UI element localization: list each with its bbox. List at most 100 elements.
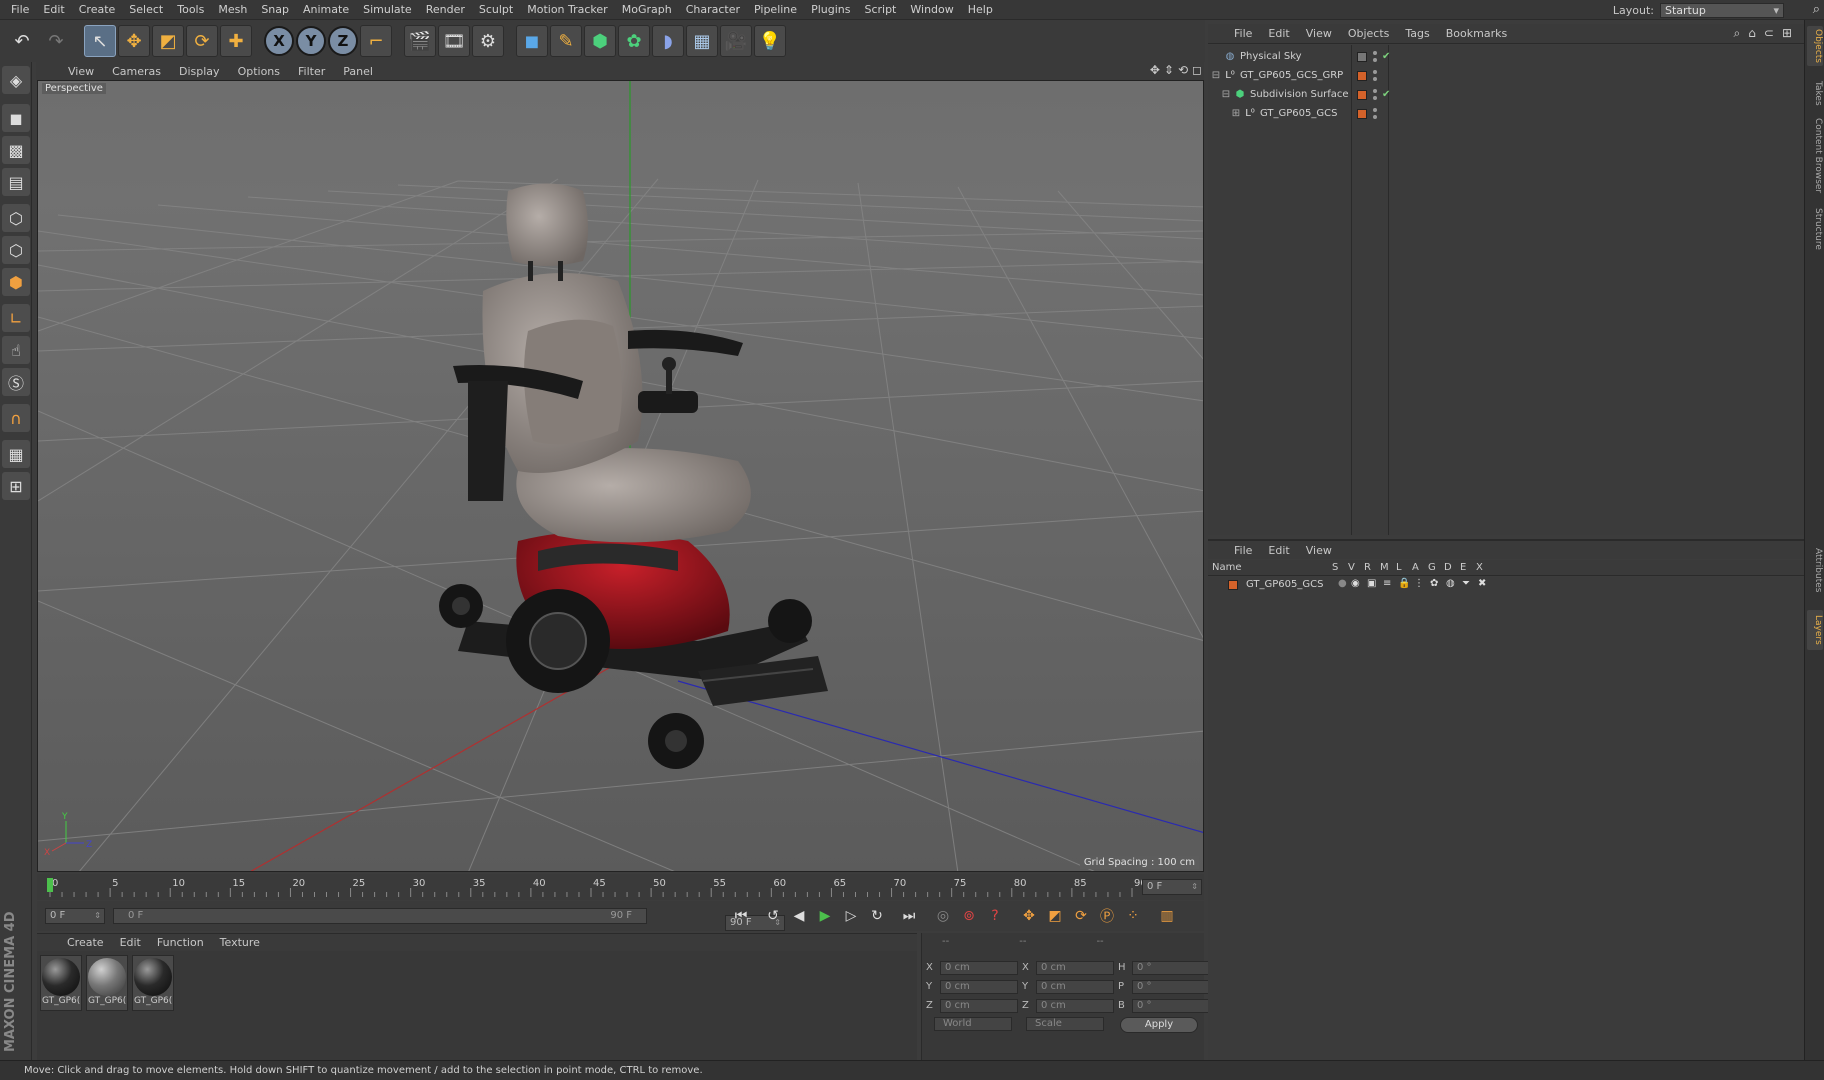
menu-file[interactable]: File: [4, 0, 36, 20]
dolly-icon[interactable]: ⇕: [1164, 63, 1174, 77]
expand-icon[interactable]: ⊞: [1230, 108, 1242, 120]
search-icon[interactable]: ⌕: [1813, 2, 1820, 17]
pos-x-field[interactable]: 0 cm: [940, 960, 1018, 975]
timeline-ruler[interactable]: 0 5 10 15 20 25 30 35 40 45 50 55 60 65 70 75 80 85 90 0 F: [37, 874, 1204, 900]
solo-toggle-icon[interactable]: ●: [1338, 578, 1347, 589]
parameter-key-icon[interactable]: Ⓟ: [1095, 904, 1119, 928]
orbit-icon[interactable]: ⟲: [1178, 63, 1188, 77]
xref-toggle-icon[interactable]: ✖: [1478, 578, 1486, 589]
transform-icon[interactable]: ✚: [220, 25, 252, 57]
autokey-icon[interactable]: ⊚: [957, 904, 981, 928]
deformers-toggle-icon[interactable]: ◍: [1446, 578, 1455, 589]
scale-icon[interactable]: ◩: [152, 25, 184, 57]
material-menu-create[interactable]: Create: [59, 936, 112, 949]
rot-h-field[interactable]: 0 °: [1132, 960, 1210, 975]
manager-toggle-icon[interactable]: ≡: [1383, 578, 1391, 589]
col-solo[interactable]: S: [1332, 562, 1338, 573]
col-deformers[interactable]: D: [1444, 562, 1452, 573]
material-menu-function[interactable]: Function: [149, 936, 212, 949]
undo-icon[interactable]: ↶: [6, 25, 38, 57]
menu-select[interactable]: Select: [122, 0, 170, 20]
previous-frame-icon[interactable]: ◀: [787, 904, 811, 928]
editor-visibility-dot[interactable]: [1373, 51, 1377, 55]
viewport-menu-display[interactable]: Display: [171, 65, 228, 78]
view-toggle-icon[interactable]: ◉: [1351, 578, 1360, 589]
editor-visibility-dot[interactable]: [1373, 70, 1377, 74]
polygons-mode-icon[interactable]: ⬢: [2, 268, 30, 296]
render-visibility-dot[interactable]: [1373, 115, 1377, 119]
menu-animate[interactable]: Animate: [296, 0, 356, 20]
z-axis-lock-button[interactable]: Z: [328, 26, 358, 56]
record-keys-icon[interactable]: ◎: [931, 904, 955, 928]
tab-objects[interactable]: Objects: [1807, 26, 1823, 66]
collapse-icon[interactable]: ⊟: [1220, 89, 1232, 101]
enabled-check-icon[interactable]: ✔: [1382, 89, 1390, 100]
viewport-menu-options[interactable]: Options: [230, 65, 288, 78]
redo-icon[interactable]: ↷: [40, 25, 72, 57]
current-frame-field[interactable]: 0 F: [1142, 879, 1202, 895]
col-manager[interactable]: M: [1380, 562, 1389, 573]
tweak-mode-icon[interactable]: ☝: [2, 336, 30, 364]
deformer-icon[interactable]: ◗: [652, 25, 684, 57]
viewport-menu-filter[interactable]: Filter: [290, 65, 333, 78]
go-to-end-icon[interactable]: ⏭: [897, 904, 921, 928]
lm-menu-edit[interactable]: Edit: [1260, 544, 1297, 557]
subdivision-icon[interactable]: ⬢: [584, 25, 616, 57]
col-animation[interactable]: A: [1412, 562, 1419, 573]
new-window-icon[interactable]: ⊞: [1782, 26, 1792, 41]
menu-edit[interactable]: Edit: [36, 0, 71, 20]
axis-mode-icon[interactable]: ∟: [2, 304, 30, 332]
lock-toggle-icon[interactable]: 🔒: [1398, 578, 1410, 589]
menu-simulate[interactable]: Simulate: [356, 0, 419, 20]
material-menu-texture[interactable]: Texture: [212, 936, 268, 949]
menu-plugins[interactable]: Plugins: [804, 0, 857, 20]
y-axis-lock-button[interactable]: Y: [296, 26, 326, 56]
points-mode-icon[interactable]: ⬡: [2, 204, 30, 232]
editor-visibility-dot[interactable]: [1373, 89, 1377, 93]
tab-attributes[interactable]: Attributes: [1807, 540, 1823, 600]
menu-help[interactable]: Help: [961, 0, 1000, 20]
go-to-start-icon[interactable]: ⏮: [729, 904, 753, 928]
om-menu-file[interactable]: File: [1226, 27, 1260, 40]
previous-key-icon[interactable]: ↺: [761, 904, 785, 928]
layer-tag-icon[interactable]: [1357, 89, 1367, 100]
tab-takes[interactable]: Takes: [1807, 76, 1823, 110]
workplane-icon[interactable]: ▤: [2, 168, 30, 196]
om-menu-tags[interactable]: Tags: [1397, 27, 1437, 40]
pos-y-field[interactable]: 0 cm: [940, 979, 1018, 994]
scale-key-icon[interactable]: ◩: [1043, 904, 1067, 928]
keyframe-selection-icon[interactable]: ?: [983, 904, 1007, 928]
menu-mesh[interactable]: Mesh: [211, 0, 254, 20]
menu-sculpt[interactable]: Sculpt: [472, 0, 520, 20]
cube-icon[interactable]: ◼: [516, 25, 548, 57]
maximize-view-icon[interactable]: ◻: [1192, 63, 1202, 77]
layer-row[interactable]: GT_GP605_GCS ● ◉ ▣ ≡ 🔒 ⋮ ✿ ◍ ⏷ ✖: [1208, 577, 1804, 593]
menu-motion-tracker[interactable]: Motion Tracker: [520, 0, 614, 20]
viewport-menu-view[interactable]: View: [60, 65, 102, 78]
lm-menu-file[interactable]: File: [1226, 544, 1260, 557]
camera-icon[interactable]: 🎥: [720, 25, 752, 57]
size-y-field[interactable]: 0 cm: [1036, 979, 1114, 994]
render-visibility-dot[interactable]: [1373, 96, 1377, 100]
frame-range-slider[interactable]: 0 F 90 F: [113, 908, 647, 924]
texture-mode-icon[interactable]: ▩: [2, 136, 30, 164]
col-name[interactable]: Name: [1212, 562, 1242, 573]
pen-icon[interactable]: ✎: [550, 25, 582, 57]
material-menu-edit[interactable]: Edit: [112, 936, 149, 949]
cloner-icon[interactable]: ✿: [618, 25, 650, 57]
pla-key-icon[interactable]: ⁘: [1121, 904, 1145, 928]
menu-snap[interactable]: Snap: [254, 0, 296, 20]
coordinate-space-select[interactable]: World: [934, 1017, 1012, 1031]
om-menu-objects[interactable]: Objects: [1340, 27, 1398, 40]
layer-color-swatch[interactable]: [1228, 580, 1238, 590]
size-z-field[interactable]: 0 cm: [1036, 998, 1114, 1013]
col-render[interactable]: R: [1364, 562, 1371, 573]
col-view[interactable]: V: [1348, 562, 1355, 573]
sky-tag-icon[interactable]: [1357, 51, 1367, 62]
timeline-window-icon[interactable]: ▥: [1155, 904, 1179, 928]
object-row[interactable]: ⊞ L⁰ GT_GP605_GCS: [1208, 104, 1804, 123]
3d-viewport[interactable]: Y X Z Perspective Grid Spacing : 100 cm: [37, 80, 1204, 872]
start-frame-field[interactable]: 0 F: [45, 908, 105, 924]
render-toggle-icon[interactable]: ▣: [1367, 578, 1376, 589]
render-visibility-dot[interactable]: [1373, 58, 1377, 62]
